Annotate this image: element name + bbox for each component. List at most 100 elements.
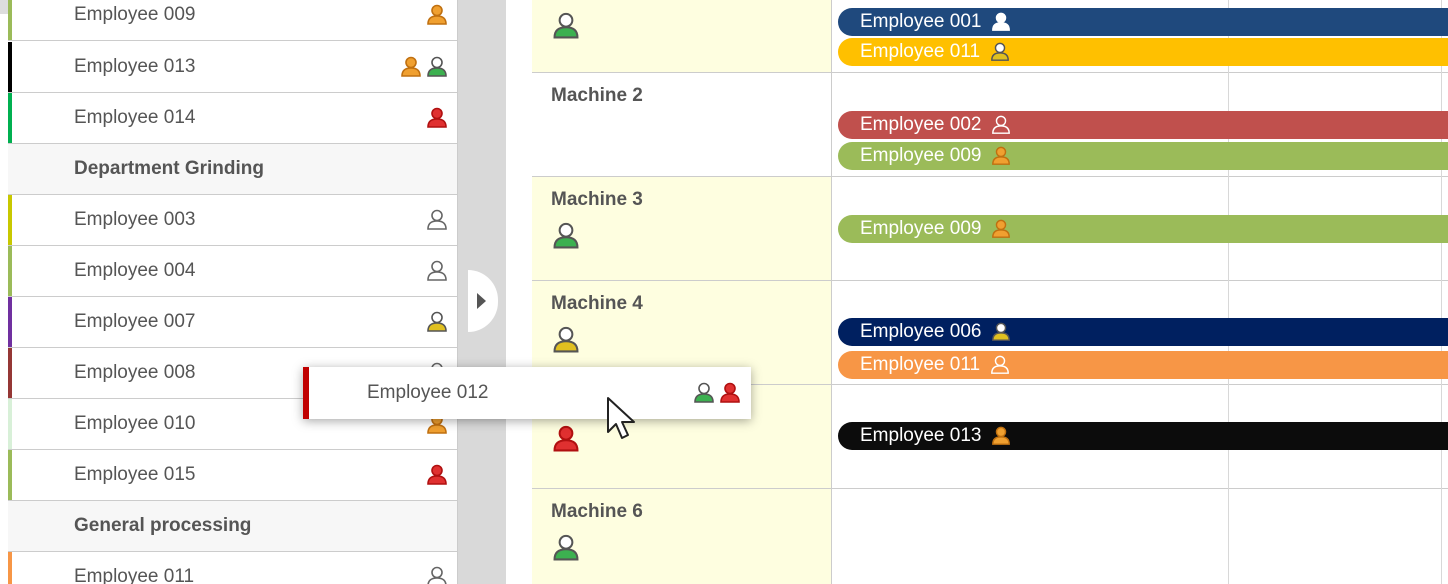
person-icon [427, 464, 447, 485]
grid-column-line [1441, 0, 1442, 584]
machine-name: Machine 4 [551, 293, 643, 314]
person-icon [992, 219, 1011, 238]
employee-status-icons [426, 311, 448, 333]
employee-list-item[interactable]: Employee 003 [8, 195, 457, 246]
person-icon [553, 326, 579, 353]
employee-color-bar [8, 450, 12, 500]
machine-operator-icon [552, 12, 580, 45]
person-icon [427, 311, 447, 332]
assignment-employee-name: Employee 009 [860, 145, 982, 166]
assignment-bar[interactable]: Employee 009 [838, 215, 1448, 243]
employee-name: Employee 003 [74, 209, 196, 230]
employee-list-item[interactable]: Employee 009 [8, 0, 457, 41]
person-icon [401, 56, 421, 77]
mouse-cursor-icon [607, 397, 635, 439]
machine-operator-icon [552, 222, 580, 255]
person-icon [427, 56, 447, 77]
employee-color-bar [8, 552, 12, 584]
employee-name: Employee 011 [74, 566, 195, 584]
person-icon [427, 566, 447, 584]
department-header[interactable]: Department Grinding [8, 144, 457, 195]
employee-list-panel: Employee 009 Employee 013 Employee 014 Depa… [8, 0, 458, 584]
person-icon [992, 12, 1011, 31]
employee-list-item[interactable]: Employee 015 [8, 450, 457, 501]
person-icon [992, 115, 1011, 134]
person-icon [992, 426, 1011, 445]
employee-name: Employee 009 [74, 4, 196, 25]
person-icon [553, 222, 579, 249]
employee-color-bar [8, 348, 12, 398]
assignment-employee-name: Employee 009 [860, 218, 982, 239]
employee-status-icons [400, 56, 448, 78]
assignment-bar[interactable]: Employee 011 [838, 38, 1448, 66]
machine-operator-icon [552, 534, 580, 567]
employee-name: Employee 008 [74, 362, 196, 383]
employee-status-icons [426, 260, 448, 282]
employee-status-icons [426, 566, 448, 584]
employee-list-item[interactable]: Employee 004 [8, 246, 457, 297]
employee-list-item[interactable]: Employee 007 [8, 297, 457, 348]
assignment-bar[interactable]: Employee 009 [838, 142, 1448, 170]
dragged-employee-card[interactable]: Employee 012 [303, 367, 751, 419]
machine-name: Machine 2 [551, 85, 643, 106]
person-icon [553, 425, 579, 452]
machine-label-cell[interactable]: Machine 2 [532, 73, 832, 176]
machine-label-cell[interactable] [532, 0, 832, 72]
department-title: Department Grinding [74, 158, 265, 179]
employee-color-bar [8, 399, 12, 449]
employee-name: Employee 014 [74, 107, 196, 128]
chevron-right-icon [476, 293, 486, 309]
person-icon [553, 12, 579, 39]
employee-name: Employee 013 [74, 56, 196, 77]
machine-operator-icon [552, 425, 580, 458]
machine-name: Machine 3 [551, 189, 643, 210]
employee-name: Employee 015 [74, 464, 196, 485]
employee-status-icons [426, 4, 448, 26]
employee-color-bar [8, 246, 12, 296]
machine-label-cell[interactable]: Machine 3 [532, 177, 832, 280]
assignment-employee-name: Employee 013 [860, 425, 982, 446]
employee-color-bar [8, 42, 12, 92]
assignment-employee-name: Employee 002 [860, 114, 982, 135]
assignment-employee-name: Employee 011 [860, 354, 981, 375]
person-icon [720, 382, 740, 403]
assignment-bar[interactable]: Employee 006 [838, 318, 1448, 346]
assignment-bar[interactable]: Employee 001 [838, 8, 1448, 36]
person-icon [991, 355, 1009, 374]
employee-status-icons [426, 209, 448, 231]
employee-name: Employee 007 [74, 311, 196, 332]
person-icon [992, 322, 1011, 341]
machine-operator-icon [552, 326, 580, 359]
machine-name: Machine 6 [551, 501, 643, 522]
employee-status-icons [426, 107, 448, 129]
grid-column-line [1228, 0, 1229, 584]
employee-list-item[interactable]: Employee 011 [8, 552, 457, 584]
employee-name: Employee 004 [74, 260, 196, 281]
employee-color-bar [8, 93, 12, 143]
employee-color-bar [8, 195, 12, 245]
assignment-bar[interactable]: Employee 013 [838, 422, 1448, 450]
assignment-bar[interactable]: Employee 011 [838, 351, 1448, 379]
department-header[interactable]: General processing [8, 501, 457, 552]
person-icon [991, 42, 1009, 61]
employee-name: Employee 010 [74, 413, 196, 434]
employee-list-item[interactable]: Employee 014 [8, 93, 457, 144]
employee-color-bar [8, 297, 12, 347]
assignment-employee-name: Employee 011 [860, 41, 981, 62]
person-icon [427, 4, 447, 25]
person-icon [992, 146, 1011, 165]
machine-row: Machine 6 [532, 489, 1448, 584]
person-icon [553, 534, 579, 561]
department-title: General processing [74, 515, 252, 536]
employee-list-item[interactable]: Employee 013 [8, 42, 457, 93]
assignment-bar[interactable]: Employee 002 [838, 111, 1448, 139]
person-icon [427, 209, 447, 230]
employee-color-bar [8, 0, 12, 40]
employee-status-icons [426, 464, 448, 486]
dragged-employee-name: Employee 012 [367, 382, 489, 403]
machine-label-cell[interactable]: Machine 6 [532, 489, 832, 584]
person-icon [427, 107, 447, 128]
assignment-employee-name: Employee 001 [860, 11, 982, 32]
dragged-employee-icons [693, 382, 741, 404]
assignment-employee-name: Employee 006 [860, 321, 982, 342]
